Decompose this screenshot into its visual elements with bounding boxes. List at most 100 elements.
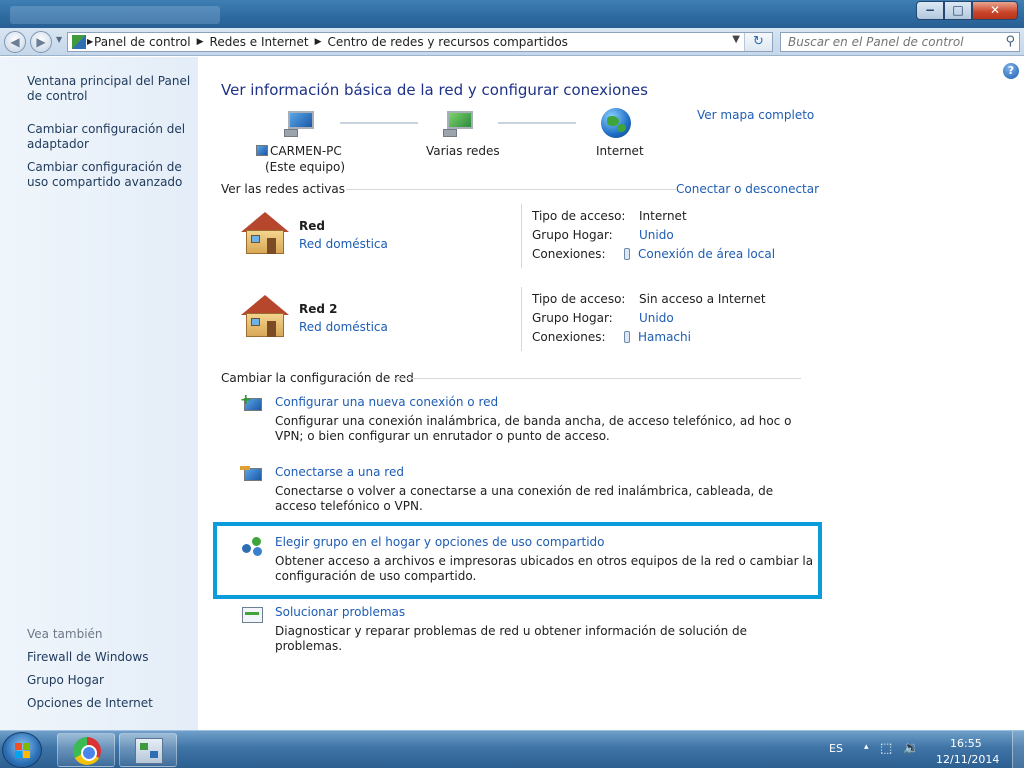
map-computer-sublabel: (Este equipo) <box>265 160 345 174</box>
clock-time[interactable]: 16:55 <box>950 737 982 750</box>
search-box: ⚲ <box>780 32 1020 52</box>
task-connect-network-desc: Conectarse o volver a conectarse a una c… <box>275 484 774 513</box>
computer-icon <box>284 109 316 137</box>
start-button[interactable] <box>2 732 42 768</box>
sidebar: Ventana principal del Panel de control C… <box>0 57 198 730</box>
window-controls: − □ ✕ <box>916 1 1018 20</box>
homegroup-label: Grupo Hogar: <box>532 228 613 242</box>
sidebar-link-grupo-hogar[interactable]: Grupo Hogar <box>27 673 192 688</box>
close-button[interactable]: ✕ <box>972 1 1018 20</box>
chevron-down-icon: ▼ <box>56 35 63 44</box>
sidebar-link-firewall[interactable]: Firewall de Windows <box>27 650 192 665</box>
help-button[interactable]: ? <box>1003 63 1019 79</box>
address-bar[interactable]: ▶ Panel de control ▶ Redes e Internet ▶ … <box>67 32 773 52</box>
map-internet-label: Internet <box>596 144 644 158</box>
search-icon[interactable]: ⚲ <box>1005 34 1015 49</box>
back-button[interactable]: ◀ <box>4 31 26 53</box>
access-type-value: Internet <box>639 209 687 223</box>
window-title-blurred <box>10 6 220 24</box>
recent-pages-dropdown[interactable]: ▼ <box>56 35 62 44</box>
address-dropdown-icon[interactable]: ▼ <box>732 34 740 45</box>
internet-globe-icon <box>601 108 631 138</box>
network-type-link[interactable]: Red doméstica <box>299 237 388 251</box>
see-also-heading: Vea también <box>27 627 103 641</box>
task-homegroup-link[interactable]: Elegir grupo en el hogar y opciones de u… <box>275 535 605 549</box>
forward-button[interactable]: ▶ <box>30 31 52 53</box>
connections-label: Conexiones: <box>532 330 606 344</box>
map-middle-label: Varias redes <box>426 144 500 158</box>
minimize-icon: − <box>924 3 936 17</box>
breadcrumb-chevron-icon[interactable]: ▶ <box>197 35 204 50</box>
network-adapter-icon <box>624 331 630 343</box>
volume-icon[interactable]: 🔉 <box>903 741 919 756</box>
task-new-connection-desc: Configurar una conexión inalámbrica, de … <box>275 414 792 443</box>
change-settings-label: Cambiar la configuración de red <box>221 371 414 385</box>
task-connect-network-link[interactable]: Conectarse a una red <box>275 465 404 479</box>
sidebar-link-opciones-internet[interactable]: Opciones de Internet <box>27 696 192 711</box>
back-arrow-icon: ◀ <box>10 35 20 49</box>
show-desktop-button[interactable] <box>1012 731 1024 768</box>
access-type-label: Tipo de acceso: <box>532 209 626 223</box>
breadcrumb: Panel de control ▶ Redes e Internet ▶ Ce… <box>94 35 568 50</box>
computer-small-icon <box>256 145 268 156</box>
map-connection-line <box>498 122 576 124</box>
homegroup-link[interactable]: Unido <box>639 228 674 242</box>
multiple-networks-icon <box>443 109 475 137</box>
refresh-icon: ↻ <box>753 34 764 49</box>
sidebar-link-panel-principal[interactable]: Ventana principal del Panel de control <box>27 74 192 104</box>
network-name: Red <box>299 219 325 233</box>
access-type-value: Sin acceso a Internet <box>639 292 766 306</box>
control-panel-icon <box>135 738 163 764</box>
search-input[interactable] <box>781 33 991 51</box>
window-titlebar: − □ ✕ <box>0 0 1024 28</box>
network-adapter-icon <box>624 248 630 260</box>
section-divider <box>346 189 676 190</box>
network-type-link[interactable]: Red doméstica <box>299 320 388 334</box>
connect-disconnect-link[interactable]: Conectar o desconectar <box>676 182 819 196</box>
taskbar-control-panel-button[interactable] <box>119 733 177 767</box>
help-icon: ? <box>1007 64 1015 77</box>
control-panel-icon <box>72 35 86 49</box>
minimize-button[interactable]: − <box>916 1 944 20</box>
maximize-button[interactable]: □ <box>944 1 972 20</box>
homegroup-icon <box>240 534 264 556</box>
language-indicator[interactable]: ES <box>829 742 843 755</box>
sidebar-link-uso-compartido-avanzado[interactable]: Cambiar configuración de uso compartido … <box>27 160 192 190</box>
taskbar-chrome-button[interactable] <box>57 733 115 767</box>
connections-label: Conexiones: <box>532 247 606 261</box>
breadcrumb-root-chevron-icon[interactable]: ▶ <box>87 37 93 46</box>
page-title: Ver información básica de la red y confi… <box>221 81 648 99</box>
task-troubleshoot-desc: Diagnosticar y reparar problemas de red … <box>275 624 748 653</box>
full-map-link[interactable]: Ver mapa completo <box>697 108 814 122</box>
homegroup-link[interactable]: Unido <box>639 311 674 325</box>
access-type-label: Tipo de acceso: <box>532 292 626 306</box>
forward-arrow-icon: ▶ <box>36 35 46 49</box>
chrome-icon <box>73 737 101 765</box>
refresh-button[interactable]: ↻ <box>744 33 772 51</box>
network-icon[interactable]: ⬚ <box>880 741 892 756</box>
breadcrumb-item-redes-e-internet[interactable]: Redes e Internet <box>210 35 309 50</box>
new-connection-icon: + <box>240 393 264 416</box>
clock-date[interactable]: 12/11/2014 <box>936 753 999 766</box>
home-network-icon <box>241 295 289 339</box>
close-icon: ✕ <box>989 3 1001 17</box>
task-troubleshoot-link[interactable]: Solucionar problemas <box>275 605 405 619</box>
main-content: ? Ver información básica de la red y con… <box>198 57 1024 730</box>
map-connection-line <box>340 122 418 124</box>
task-homegroup-desc: Obtener acceso a archivos e impresoras u… <box>275 554 814 583</box>
breadcrumb-item-panel-de-control[interactable]: Panel de control <box>94 35 191 50</box>
home-network-icon <box>241 212 289 256</box>
troubleshoot-icon <box>240 604 264 626</box>
windows-logo-icon <box>15 743 31 759</box>
taskbar: ES ▴ ⬚ 🔉 16:55 12/11/2014 <box>0 730 1024 768</box>
maximize-icon: □ <box>952 3 964 17</box>
connection-link[interactable]: Conexión de área local <box>624 247 775 261</box>
sidebar-link-adaptador[interactable]: Cambiar configuración del adaptador <box>27 122 192 152</box>
tray-arrow-icon[interactable]: ▴ <box>864 742 869 752</box>
homegroup-label: Grupo Hogar: <box>532 311 613 325</box>
connection-link[interactable]: Hamachi <box>624 330 691 344</box>
task-new-connection-link[interactable]: Configurar una nueva conexión o red <box>275 395 498 409</box>
breadcrumb-chevron-icon[interactable]: ▶ <box>315 35 322 50</box>
breadcrumb-item-centro-de-redes[interactable]: Centro de redes y recursos compartidos <box>328 35 568 50</box>
active-networks-label: Ver las redes activas <box>221 182 345 196</box>
